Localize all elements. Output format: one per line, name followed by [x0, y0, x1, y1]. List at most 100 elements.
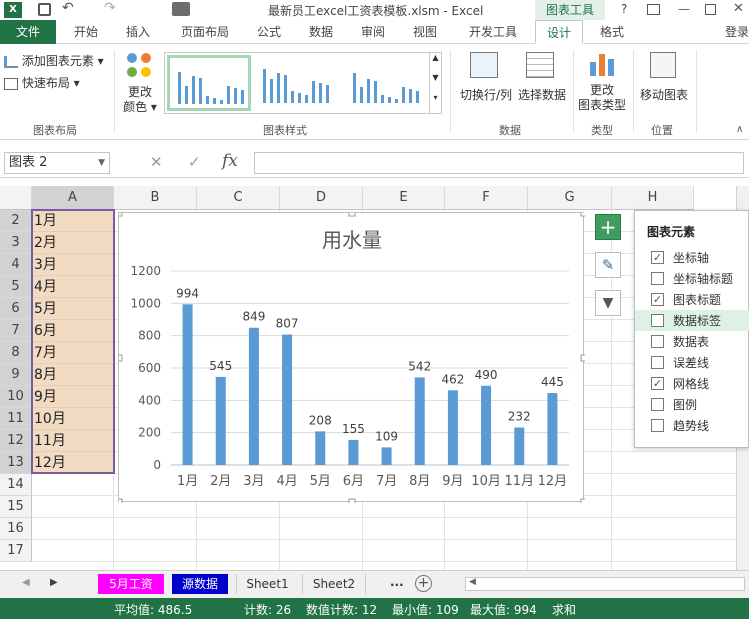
confirm-formula-button[interactable]: ✓ [188, 153, 201, 171]
chart-water-usage[interactable]: 用水量 0 200 400 600 800 1000 1200 994 1月 545 2月 849 3月 8… [115, 209, 588, 506]
gallery-more[interactable]: ▾ [429, 93, 441, 113]
gallery-scroll-up[interactable]: ▲ [429, 53, 441, 73]
row-header-9[interactable]: 9 [0, 364, 32, 386]
row-header-14[interactable]: 14 [0, 474, 32, 496]
name-box-dropdown-icon[interactable]: ▼ [98, 153, 105, 173]
row-header-10[interactable]: 10 [0, 386, 32, 408]
change-colors-button[interactable]: 更改 颜色 ▾ [118, 50, 162, 116]
checkbox-unchecked[interactable] [651, 335, 664, 348]
collapse-ribbon-icon[interactable]: ∧ [736, 124, 743, 135]
scroll-left-icon[interactable]: ◀ [469, 577, 476, 587]
column-header-a[interactable]: A [32, 186, 114, 210]
login-link[interactable]: 登录 [722, 20, 749, 44]
y-tick-label: 600 [138, 361, 161, 375]
horizontal-scrollbar[interactable]: ◀ [465, 577, 745, 591]
chart-element-option[interactable]: ✓ 坐标轴 [635, 247, 749, 268]
checkbox-checked[interactable]: ✓ [651, 293, 664, 306]
column-header-f[interactable]: F [445, 186, 528, 210]
more-sheets-button[interactable]: ... [390, 575, 404, 589]
move-chart-button[interactable]: 移动图表 [636, 50, 692, 110]
tab-review[interactable]: 审阅 [352, 20, 394, 44]
chart-style-3[interactable] [345, 57, 427, 111]
tab-data[interactable]: 数据 [300, 20, 342, 44]
new-sheet-icon[interactable]: + [415, 575, 432, 592]
row-header-15[interactable]: 15 [0, 496, 32, 518]
sheet-tab-sheet2[interactable]: Sheet2 [302, 574, 366, 594]
row-header-12[interactable]: 12 [0, 430, 32, 452]
tab-formulas[interactable]: 公式 [248, 20, 290, 44]
quick-layout-button[interactable]: 快速布局 ▾ [4, 74, 109, 92]
sheet-tab-sheet1[interactable]: Sheet1 [236, 574, 298, 594]
checkbox-unchecked[interactable] [651, 272, 664, 285]
tab-insert[interactable]: 插入 [114, 20, 162, 44]
tab-format[interactable]: 格式 [588, 20, 636, 44]
change-chart-type-button[interactable]: 更改 图表类型 [576, 50, 628, 118]
switch-row-col-button[interactable]: 切换行/列 [456, 50, 514, 110]
camera-icon[interactable] [172, 2, 190, 16]
row-header-17[interactable]: 17 [0, 540, 32, 562]
row-header-7[interactable]: 7 [0, 320, 32, 342]
insert-function-button[interactable]: fx [222, 151, 238, 171]
row-header-3[interactable]: 3 [0, 232, 32, 254]
name-box[interactable]: 图表 2 ▼ [4, 152, 110, 174]
formula-input[interactable] [254, 152, 744, 174]
checkbox-unchecked[interactable] [651, 419, 664, 432]
chart-element-option[interactable]: 坐标轴标题 [635, 268, 749, 289]
maximize-button[interactable] [705, 4, 716, 15]
chart-element-option[interactable]: 图例 [635, 394, 749, 415]
prev-sheet-icon[interactable]: ◀ [22, 577, 30, 588]
checkbox-checked[interactable]: ✓ [651, 251, 664, 264]
row-header-11[interactable]: 11 [0, 408, 32, 430]
column-header-b[interactable]: B [114, 186, 197, 210]
close-button[interactable]: ✕ [733, 1, 744, 16]
chart-style-2[interactable] [257, 57, 339, 111]
redo-icon[interactable]: ↷ [104, 0, 116, 16]
checkbox-unchecked[interactable] [651, 398, 664, 411]
undo-icon[interactable]: ↶ [62, 0, 74, 16]
row-header-6[interactable]: 6 [0, 298, 32, 320]
chart-styles-brush-icon[interactable]: ✎ [595, 252, 621, 278]
column-header-c[interactable]: C [197, 186, 280, 210]
row-header-5[interactable]: 5 [0, 276, 32, 298]
next-sheet-icon[interactable]: ▶ [50, 577, 58, 588]
chart-element-option[interactable]: ✓ 图表标题 [635, 289, 749, 310]
checkbox-checked[interactable]: ✓ [651, 377, 664, 390]
tab-home[interactable]: 开始 [62, 20, 110, 44]
chart-style-gallery[interactable]: ▲ ▼ ▾ [164, 52, 442, 114]
tab-page-layout[interactable]: 页面布局 [170, 20, 240, 44]
chart-element-option[interactable]: 数据表 [635, 331, 749, 352]
help-button[interactable]: ? [621, 2, 627, 16]
tab-view[interactable]: 视图 [404, 20, 446, 44]
chart-element-option[interactable]: 误差线 [635, 352, 749, 373]
chart-style-1[interactable] [167, 55, 251, 111]
chart-filter-icon[interactable]: ▼ [595, 290, 621, 316]
gallery-scroll-down[interactable]: ▼ [429, 73, 441, 93]
column-header-g[interactable]: G [528, 186, 612, 210]
chart-element-option[interactable]: 趋势线 [635, 415, 749, 436]
select-data-button[interactable]: 选择数据 [514, 50, 568, 110]
chart-elements-button[interactable]: + [595, 214, 621, 240]
checkbox-unchecked[interactable] [651, 356, 664, 369]
save-icon[interactable] [38, 3, 51, 16]
sheet-tab-source-data[interactable]: 源数据 [172, 574, 228, 594]
column-header-e[interactable]: E [363, 186, 445, 210]
row-header-16[interactable]: 16 [0, 518, 32, 540]
sheet-tab-may-salary[interactable]: 5月工资 [98, 574, 164, 594]
select-all-corner[interactable] [0, 186, 32, 210]
row-header-13[interactable]: 13 [0, 452, 32, 474]
tab-developer[interactable]: 开发工具 [458, 20, 528, 44]
row-header-2[interactable]: 2 [0, 210, 32, 232]
row-header-8[interactable]: 8 [0, 342, 32, 364]
checkbox-unchecked[interactable] [651, 314, 664, 327]
column-header-h[interactable]: H [612, 186, 694, 210]
tab-design[interactable]: 设计 [535, 20, 583, 44]
add-chart-element-button[interactable]: 添加图表元素 ▾ [4, 52, 109, 70]
chart-element-option[interactable]: ✓ 网格线 [635, 373, 749, 394]
ribbon-display-icon[interactable] [647, 4, 660, 15]
minimize-button[interactable]: — [678, 2, 690, 16]
chart-element-option[interactable]: 数据标签 [635, 310, 749, 331]
row-header-4[interactable]: 4 [0, 254, 32, 276]
tab-file[interactable]: 文件 [0, 20, 56, 44]
column-header-d[interactable]: D [280, 186, 363, 210]
cancel-formula-button[interactable]: ✕ [150, 153, 163, 171]
